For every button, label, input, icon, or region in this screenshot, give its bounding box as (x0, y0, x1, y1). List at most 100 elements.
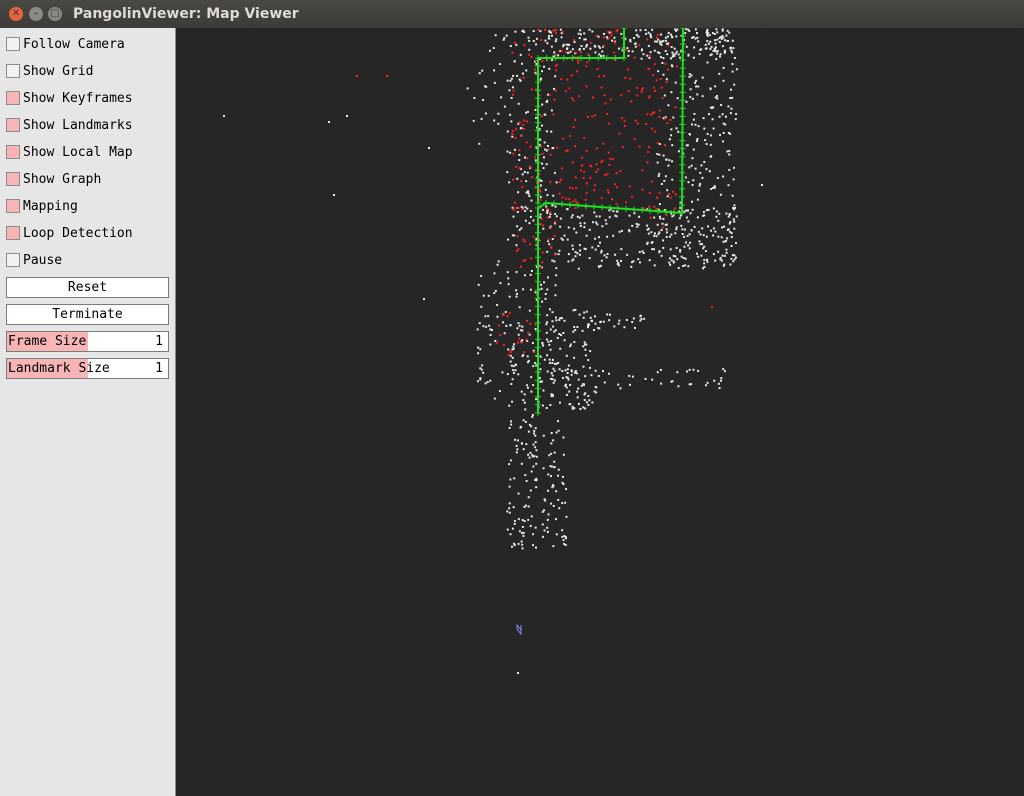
checkbox-box[interactable] (6, 199, 20, 213)
map-point (658, 153, 661, 156)
map-point (631, 224, 634, 227)
map-point (718, 212, 721, 215)
map-point (680, 255, 683, 258)
show-local-map-checkbox[interactable]: Show Local Map (6, 143, 133, 161)
map-point (513, 234, 516, 237)
map-point (603, 254, 606, 257)
map-point (642, 207, 645, 210)
map-point (699, 233, 702, 236)
map-point (696, 93, 699, 96)
map-point (579, 33, 582, 36)
checkbox-box[interactable] (6, 172, 20, 186)
map-point (428, 147, 430, 149)
checkbox-box[interactable] (6, 64, 20, 78)
map-point (546, 518, 549, 521)
map-point (684, 32, 687, 35)
map-point (656, 161, 659, 164)
map-point (595, 163, 598, 166)
keyframe-marker (679, 137, 686, 144)
map-point (548, 361, 551, 364)
map-point (553, 51, 556, 54)
show-graph-checkbox[interactable]: Show Graph (6, 170, 101, 188)
map-point (539, 198, 542, 201)
minimize-icon[interactable]: – (29, 7, 43, 21)
map-point (591, 30, 594, 33)
map-point (533, 68, 536, 71)
reset-button[interactable]: Reset (6, 277, 169, 298)
map-point (482, 325, 485, 328)
map-point (649, 51, 652, 54)
map-point (585, 65, 588, 68)
map-point (502, 314, 505, 317)
checkbox-box[interactable] (6, 226, 20, 240)
map-point (731, 39, 734, 42)
map-point (730, 236, 733, 239)
map-point (524, 210, 527, 213)
map-viewport[interactable] (176, 28, 1024, 796)
close-icon[interactable]: ✕ (9, 7, 23, 21)
map-point (761, 184, 763, 186)
map-point (565, 393, 568, 396)
frame-size-slider[interactable]: Frame Size 1 (6, 331, 169, 352)
map-point (594, 369, 597, 372)
map-point (602, 320, 605, 323)
map-point (547, 238, 550, 241)
map-point (547, 513, 550, 516)
map-point (662, 73, 665, 76)
terminate-button[interactable]: Terminate (6, 304, 169, 325)
map-point (656, 40, 659, 43)
map-point (627, 90, 630, 93)
keyframe-marker (679, 121, 686, 128)
show-grid-checkbox[interactable]: Show Grid (6, 62, 93, 80)
map-point (520, 462, 523, 465)
checkbox-box[interactable] (6, 37, 20, 51)
map-point (595, 215, 598, 218)
map-point (550, 432, 553, 435)
checkbox-box[interactable] (6, 91, 20, 105)
map-point (517, 322, 520, 325)
maximize-icon[interactable]: ▢ (48, 7, 62, 21)
checkbox-box[interactable] (6, 145, 20, 159)
landmark-size-slider[interactable]: Landmark Size 1 (6, 358, 169, 379)
map-point (614, 183, 617, 186)
map-point (493, 81, 496, 84)
map-point (597, 326, 600, 329)
map-point (501, 371, 504, 374)
map-point (690, 164, 693, 167)
checkbox-box[interactable] (6, 118, 20, 132)
map-point (658, 215, 661, 218)
map-point (548, 34, 551, 37)
map-point (493, 397, 496, 400)
checkbox-box[interactable] (6, 253, 20, 267)
loop-detection-checkbox[interactable]: Loop Detection (6, 224, 133, 242)
pause-checkbox[interactable]: Pause (6, 251, 62, 269)
map-point (647, 151, 650, 154)
map-point (541, 523, 544, 526)
map-point (566, 238, 569, 241)
keyframe-marker (586, 55, 593, 61)
map-point (594, 322, 597, 325)
map-point (578, 313, 581, 316)
map-point (567, 364, 570, 367)
map-canvas[interactable] (176, 28, 1024, 796)
map-point (535, 43, 538, 46)
follow-camera-checkbox[interactable]: Follow Camera (6, 35, 125, 53)
map-point (511, 135, 514, 138)
map-point (733, 83, 736, 86)
map-point (508, 511, 511, 514)
map-point (676, 258, 679, 261)
map-point (694, 123, 697, 126)
mapping-checkbox[interactable]: Mapping (6, 197, 78, 215)
map-point (548, 93, 551, 96)
map-point (700, 254, 703, 257)
map-point (687, 220, 690, 223)
map-point (585, 85, 588, 88)
map-point (589, 47, 592, 50)
show-keyframes-checkbox[interactable]: Show Keyframes (6, 89, 133, 107)
map-point (569, 345, 572, 348)
map-point (513, 41, 516, 44)
map-point (726, 29, 729, 32)
map-point (704, 47, 707, 50)
show-landmarks-checkbox[interactable]: Show Landmarks (6, 116, 133, 134)
map-point (517, 102, 520, 105)
